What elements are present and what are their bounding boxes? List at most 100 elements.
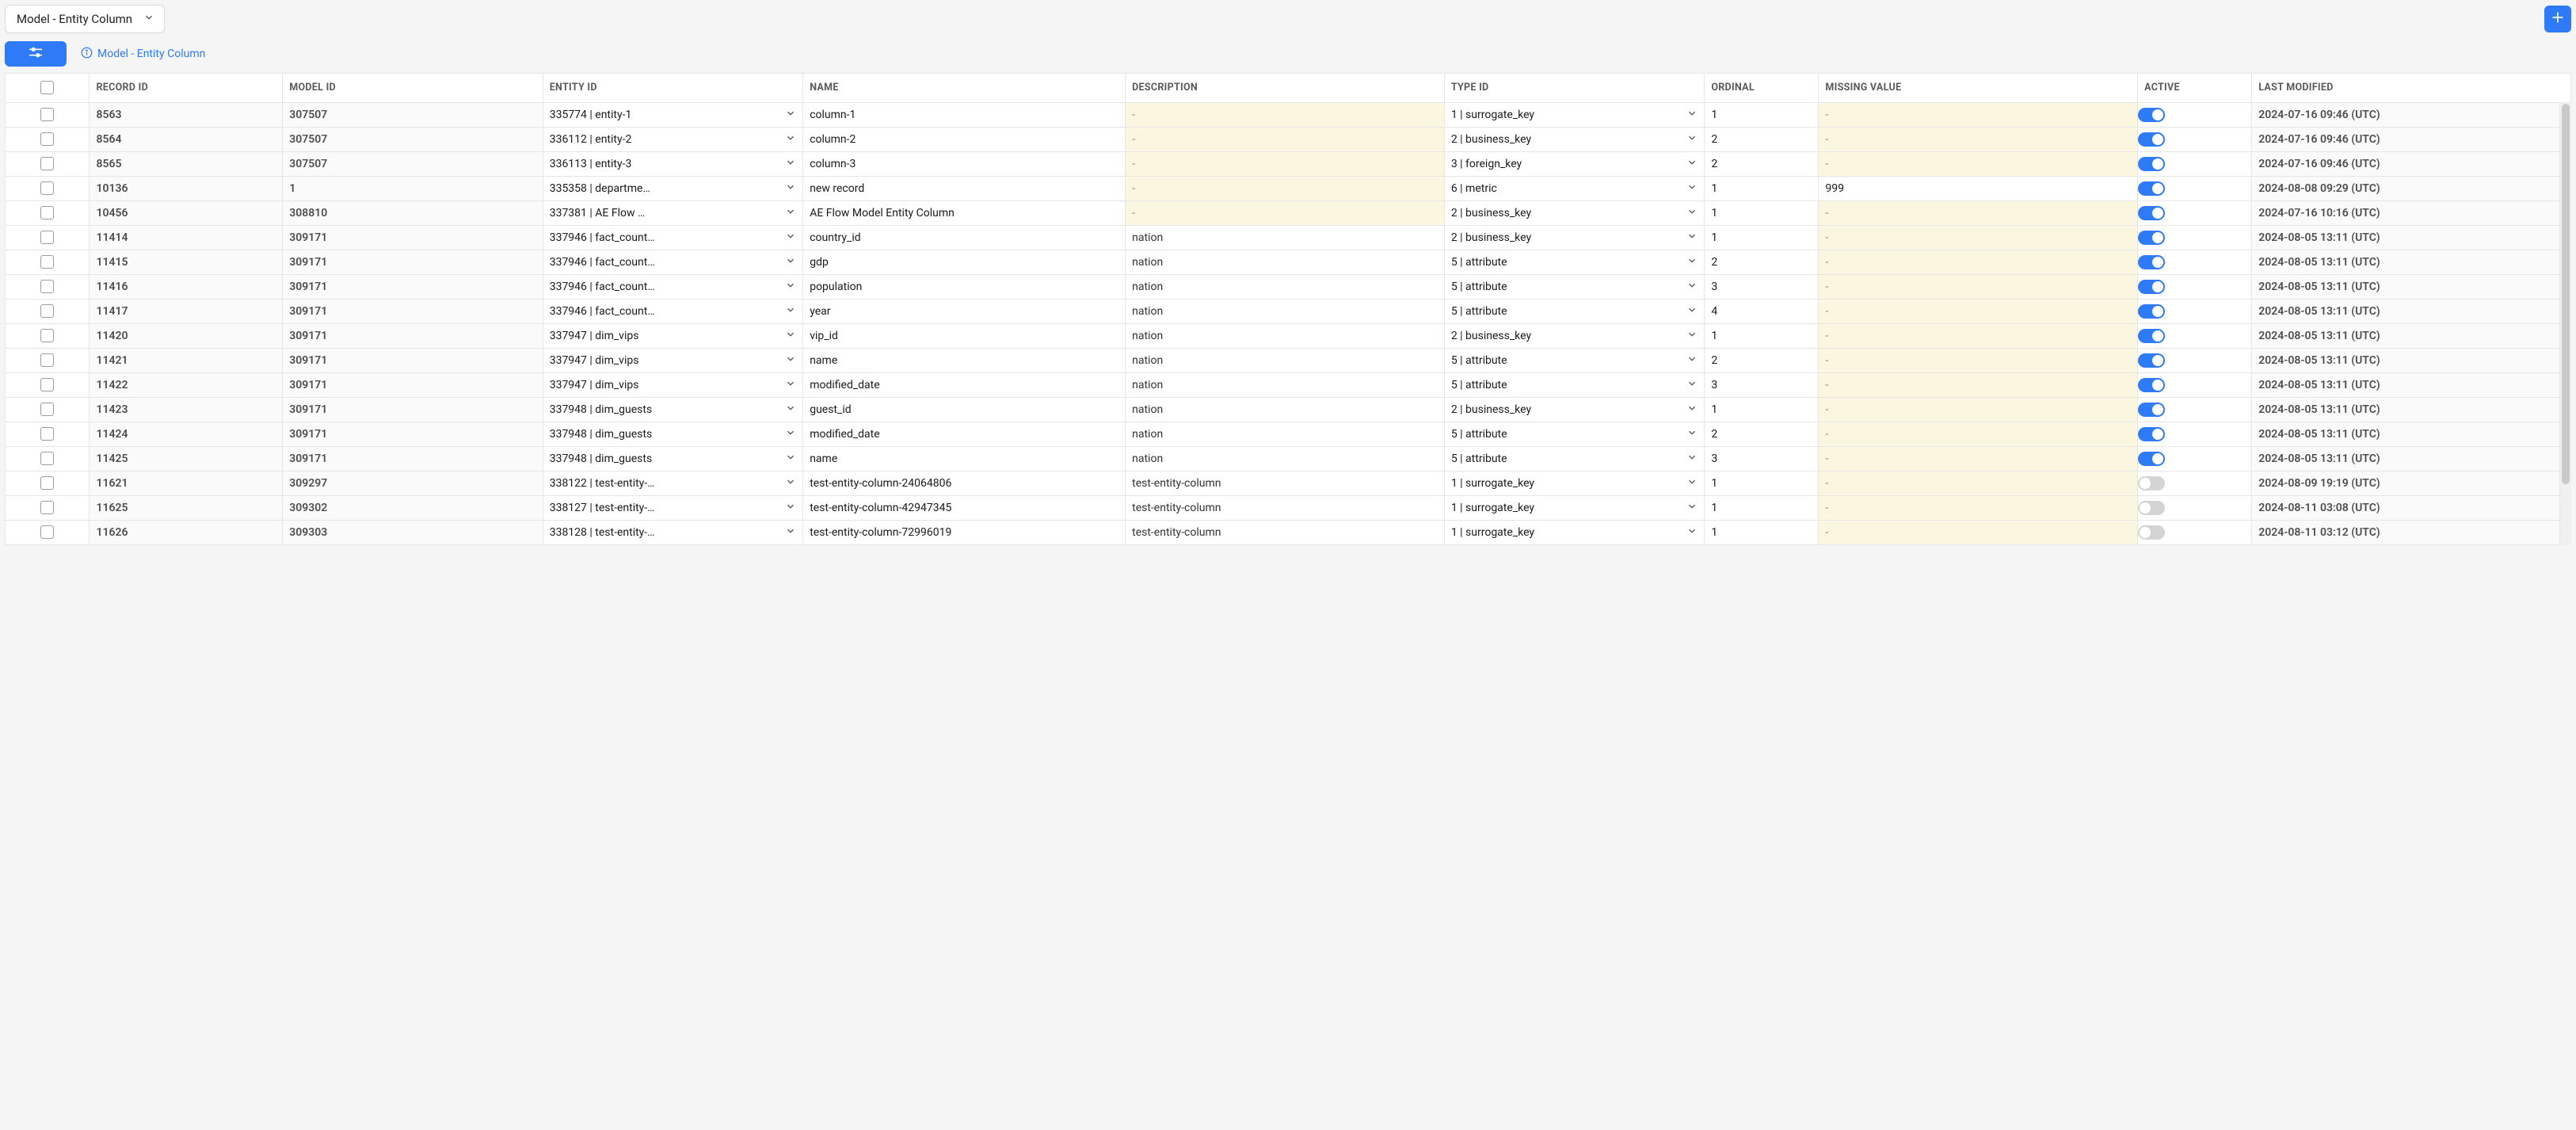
cell-missing-value[interactable]: -: [1819, 471, 2138, 495]
cell-ordinal[interactable]: 2: [1705, 422, 1819, 446]
cell-description[interactable]: test-entity-column: [1126, 471, 1445, 495]
model-select[interactable]: Model - Entity Column: [5, 5, 165, 33]
active-toggle[interactable]: [2138, 501, 2165, 515]
cell-description[interactable]: -: [1126, 200, 1445, 225]
cell-ordinal[interactable]: 1: [1705, 323, 1819, 348]
cell-description[interactable]: nation: [1126, 446, 1445, 471]
col-record-id[interactable]: RECORD ID: [90, 74, 283, 102]
cell-entity-id[interactable]: 336112 | entity-2: [543, 127, 803, 151]
cell-type-id[interactable]: 2 | business_key: [1444, 225, 1705, 250]
active-toggle[interactable]: [2138, 231, 2165, 245]
active-toggle[interactable]: [2138, 181, 2165, 196]
cell-type-id[interactable]: 5 | attribute: [1444, 446, 1705, 471]
cell-ordinal[interactable]: 1: [1705, 176, 1819, 200]
cell-type-id[interactable]: 5 | attribute: [1444, 299, 1705, 323]
cell-missing-value[interactable]: -: [1819, 323, 2138, 348]
cell-ordinal[interactable]: 1: [1705, 225, 1819, 250]
cell-entity-id[interactable]: 337946 | fact_count…: [543, 250, 803, 274]
cell-missing-value[interactable]: -: [1819, 397, 2138, 422]
cell-description[interactable]: -: [1126, 176, 1445, 200]
cell-entity-id[interactable]: 338128 | test-entity-…: [543, 520, 803, 544]
cell-missing-value[interactable]: -: [1819, 446, 2138, 471]
cell-ordinal[interactable]: 3: [1705, 274, 1819, 299]
cell-type-id[interactable]: 5 | attribute: [1444, 372, 1705, 397]
cell-missing-value[interactable]: -: [1819, 250, 2138, 274]
cell-entity-id[interactable]: 337946 | fact_count…: [543, 299, 803, 323]
cell-type-id[interactable]: 1 | surrogate_key: [1444, 102, 1705, 127]
row-checkbox[interactable]: [40, 353, 54, 367]
cell-ordinal[interactable]: 1: [1705, 495, 1819, 520]
cell-entity-id[interactable]: 338127 | test-entity-…: [543, 495, 803, 520]
cell-name[interactable]: test-entity-column-42947345: [803, 495, 1126, 520]
active-toggle[interactable]: [2138, 378, 2165, 392]
cell-entity-id[interactable]: 337948 | dim_guests: [543, 422, 803, 446]
cell-missing-value[interactable]: -: [1819, 372, 2138, 397]
cell-type-id[interactable]: 5 | attribute: [1444, 250, 1705, 274]
cell-name[interactable]: population: [803, 274, 1126, 299]
active-toggle[interactable]: [2138, 403, 2165, 417]
col-type-id[interactable]: TYPE ID: [1444, 74, 1705, 102]
cell-ordinal[interactable]: 1: [1705, 200, 1819, 225]
active-toggle[interactable]: [2138, 255, 2165, 269]
cell-ordinal[interactable]: 1: [1705, 397, 1819, 422]
cell-name[interactable]: new record: [803, 176, 1126, 200]
select-all-checkbox[interactable]: [40, 81, 54, 94]
cell-missing-value[interactable]: -: [1819, 151, 2138, 176]
cell-type-id[interactable]: 5 | attribute: [1444, 274, 1705, 299]
cell-entity-id[interactable]: 337946 | fact_count…: [543, 225, 803, 250]
cell-type-id[interactable]: 3 | foreign_key: [1444, 151, 1705, 176]
cell-name[interactable]: AE Flow Model Entity Column: [803, 200, 1126, 225]
row-checkbox[interactable]: [40, 181, 54, 195]
cell-missing-value[interactable]: -: [1819, 422, 2138, 446]
cell-entity-id[interactable]: 335774 | entity-1: [543, 102, 803, 127]
cell-entity-id[interactable]: 336113 | entity-3: [543, 151, 803, 176]
cell-type-id[interactable]: 1 | surrogate_key: [1444, 495, 1705, 520]
cell-name[interactable]: column-2: [803, 127, 1126, 151]
cell-description[interactable]: nation: [1126, 225, 1445, 250]
cell-entity-id[interactable]: 337948 | dim_guests: [543, 446, 803, 471]
cell-description[interactable]: test-entity-column: [1126, 495, 1445, 520]
cell-name[interactable]: column-1: [803, 102, 1126, 127]
active-toggle[interactable]: [2138, 157, 2165, 171]
active-toggle[interactable]: [2138, 329, 2165, 343]
cell-name[interactable]: country_id: [803, 225, 1126, 250]
cell-type-id[interactable]: 2 | business_key: [1444, 200, 1705, 225]
row-checkbox[interactable]: [40, 427, 54, 441]
cell-entity-id[interactable]: 338122 | test-entity-…: [543, 471, 803, 495]
row-checkbox[interactable]: [40, 378, 54, 391]
cell-type-id[interactable]: 1 | surrogate_key: [1444, 471, 1705, 495]
cell-description[interactable]: test-entity-column: [1126, 520, 1445, 544]
cell-description[interactable]: -: [1126, 102, 1445, 127]
cell-name[interactable]: test-entity-column-24064806: [803, 471, 1126, 495]
cell-name[interactable]: year: [803, 299, 1126, 323]
cell-name[interactable]: guest_id: [803, 397, 1126, 422]
cell-description[interactable]: nation: [1126, 422, 1445, 446]
cell-entity-id[interactable]: 337948 | dim_guests: [543, 397, 803, 422]
active-toggle[interactable]: [2138, 108, 2165, 122]
active-toggle[interactable]: [2138, 427, 2165, 441]
cell-type-id[interactable]: 5 | attribute: [1444, 422, 1705, 446]
col-name[interactable]: NAME: [803, 74, 1126, 102]
cell-entity-id[interactable]: 337947 | dim_vips: [543, 372, 803, 397]
cell-description[interactable]: nation: [1126, 372, 1445, 397]
vertical-scrollbar[interactable]: [2559, 102, 2571, 545]
cell-name[interactable]: name: [803, 446, 1126, 471]
add-button[interactable]: [2544, 6, 2571, 32]
col-description[interactable]: DESCRIPTION: [1126, 74, 1445, 102]
cell-ordinal[interactable]: 4: [1705, 299, 1819, 323]
col-last-mod[interactable]: LAST MODIFIED: [2252, 74, 2571, 102]
row-checkbox[interactable]: [40, 231, 54, 244]
cell-ordinal[interactable]: 3: [1705, 446, 1819, 471]
cell-missing-value[interactable]: -: [1819, 102, 2138, 127]
row-checkbox[interactable]: [40, 476, 54, 490]
row-checkbox[interactable]: [40, 304, 54, 318]
scroll-thumb[interactable]: [2562, 104, 2570, 484]
cell-missing-value[interactable]: -: [1819, 299, 2138, 323]
active-toggle[interactable]: [2138, 206, 2165, 220]
cell-entity-id[interactable]: 337946 | fact_count…: [543, 274, 803, 299]
active-toggle[interactable]: [2138, 304, 2165, 319]
col-ordinal[interactable]: ORDINAL: [1705, 74, 1819, 102]
row-checkbox[interactable]: [40, 452, 54, 465]
cell-missing-value[interactable]: 999: [1819, 176, 2138, 200]
active-toggle[interactable]: [2138, 452, 2165, 466]
